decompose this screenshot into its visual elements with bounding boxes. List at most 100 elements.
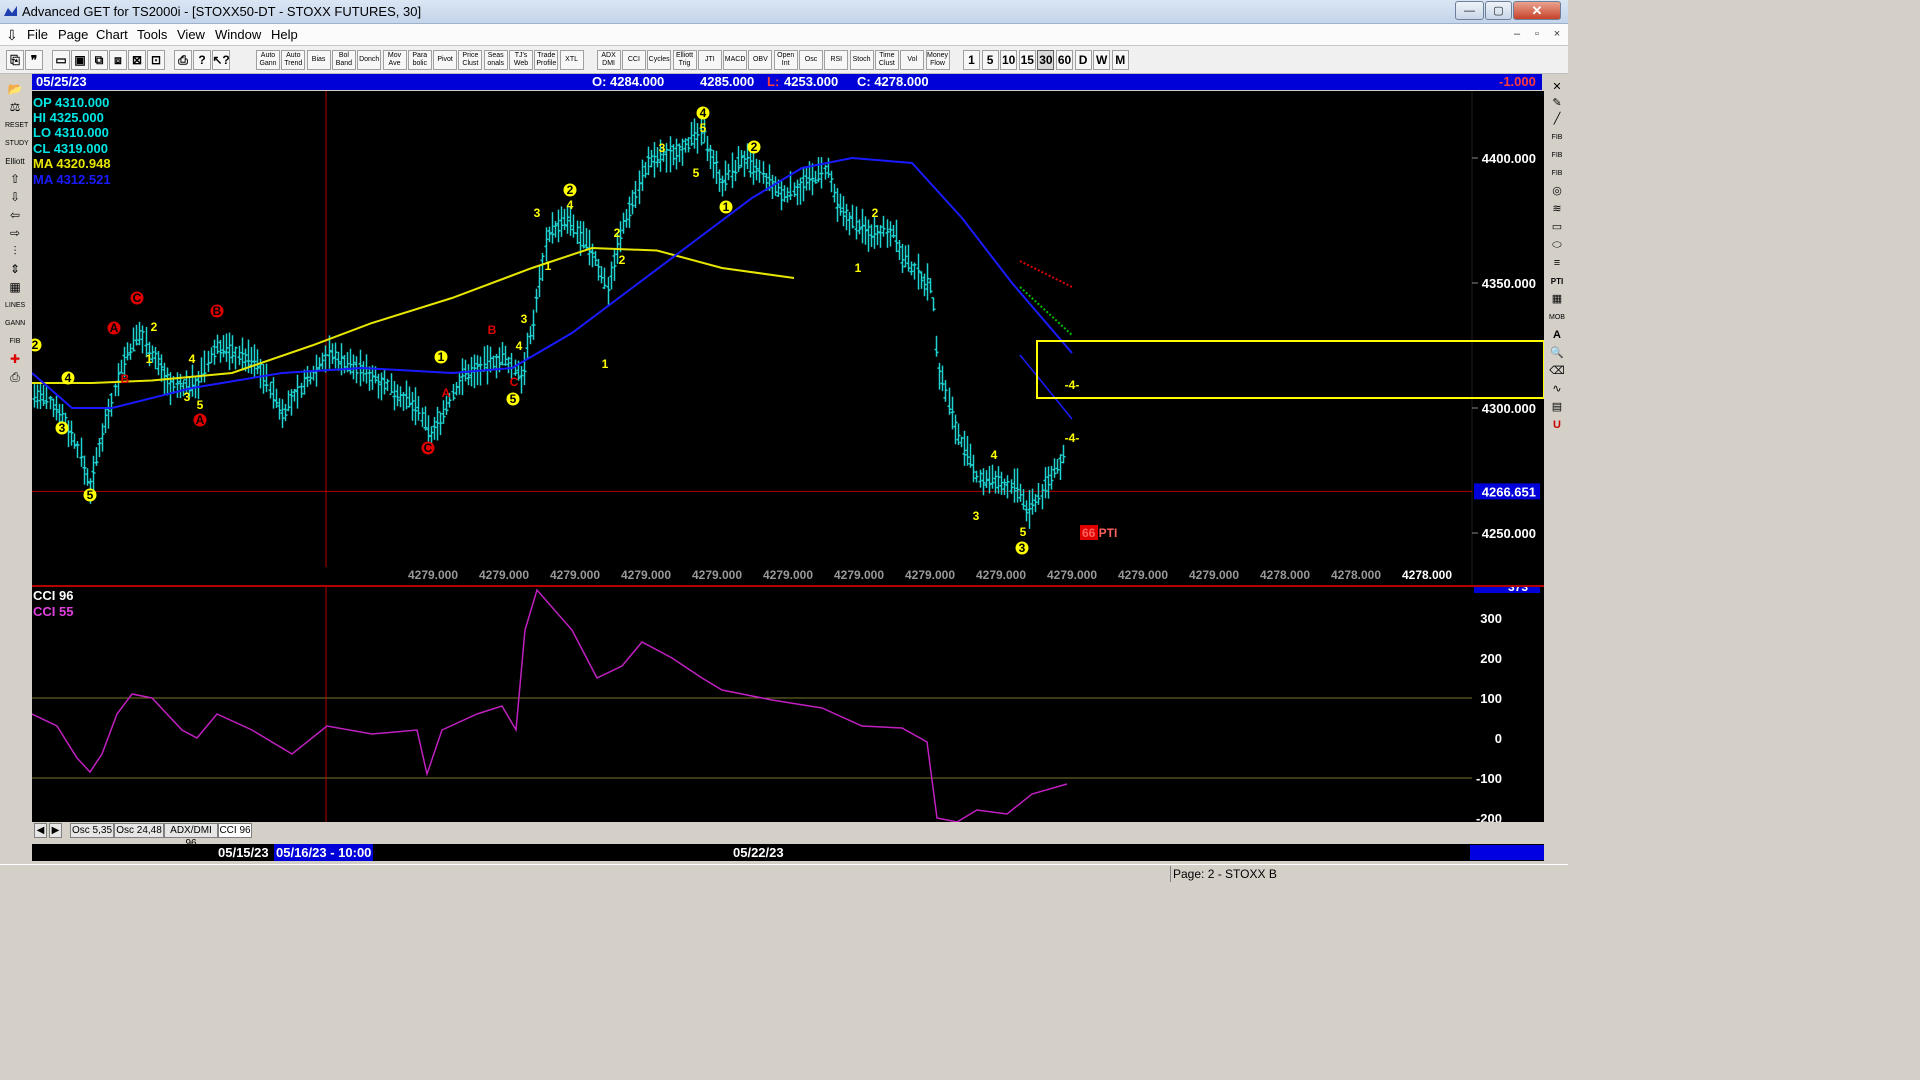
zoom-bars-icon[interactable]: ⇕ bbox=[5, 262, 25, 277]
study-button-bol-band[interactable]: Bol Band bbox=[331, 50, 356, 70]
study-button-cycles[interactable]: Cycles bbox=[647, 50, 672, 70]
toolbar-icon-button-4[interactable]: ⧉ bbox=[90, 50, 108, 70]
study-button-trade-profile[interactable]: Trade Profile bbox=[534, 50, 559, 70]
fib-ext-icon[interactable]: FIB bbox=[1548, 148, 1566, 163]
toolbar-icon-button-0[interactable]: ⎘ bbox=[6, 50, 24, 70]
toolbar-icon-button-8[interactable]: ⎙ bbox=[174, 50, 192, 70]
menu-help[interactable]: Help bbox=[271, 27, 298, 42]
cci-chart-canvas[interactable]: 3733002001000-100-200 bbox=[31, 579, 1544, 826]
fan-icon[interactable]: ≋ bbox=[1548, 202, 1566, 217]
menu-chart[interactable]: Chart bbox=[96, 27, 128, 42]
close-cross-icon[interactable]: ✕ bbox=[1548, 80, 1566, 95]
menu-file[interactable]: File bbox=[27, 27, 48, 42]
toolbar-icon-button-3[interactable]: ▣ bbox=[71, 50, 89, 70]
arrow-left-icon[interactable]: ⇦ bbox=[5, 208, 25, 223]
timeframe-button-30[interactable]: 30 bbox=[1037, 50, 1055, 70]
pencil-icon[interactable]: ✎ bbox=[1548, 96, 1566, 111]
study-button-pivot[interactable]: Pivot bbox=[433, 50, 458, 70]
study-button-para-bolic[interactable]: Para bolic bbox=[407, 50, 432, 70]
toolbar-icon-button-7[interactable]: ⊡ bbox=[147, 50, 165, 70]
study-button-open-int[interactable]: Open Int bbox=[773, 50, 798, 70]
tab-adx-dmi-96[interactable]: ADX/DMI 96 bbox=[164, 823, 218, 849]
toolbar-icon-button-10[interactable]: ↖? bbox=[212, 50, 230, 70]
reset-icon[interactable]: RESET bbox=[5, 118, 28, 133]
channel-icon[interactable]: ≡ bbox=[1548, 256, 1566, 271]
menu-page[interactable]: Page bbox=[58, 27, 88, 42]
crosshair-icon[interactable]: ✚ bbox=[5, 352, 25, 367]
toolbar-icon-button-1[interactable]: ❞ bbox=[25, 50, 43, 70]
mdi-restore-button[interactable]: ▫ bbox=[1528, 26, 1546, 43]
toolbar-icon-button-5[interactable]: ⧈ bbox=[109, 50, 127, 70]
toolbar-icon-button-2[interactable]: ▭ bbox=[52, 50, 70, 70]
circle-icon[interactable]: ◎ bbox=[1548, 184, 1566, 199]
study-button-donch[interactable]: Donch bbox=[357, 50, 382, 70]
tab-osc-5-35[interactable]: Osc 5,35 bbox=[70, 823, 114, 838]
study-button-mov-ave[interactable]: Mov Ave bbox=[382, 50, 407, 70]
tab-scroll-right[interactable]: ▶ bbox=[49, 823, 62, 838]
arrow-up-icon[interactable]: ⇧ bbox=[5, 172, 25, 187]
text-tool-icon[interactable]: A bbox=[1548, 328, 1566, 343]
template-icon[interactable]: ▤ bbox=[1548, 400, 1566, 415]
folder-icon[interactable]: 📂 bbox=[5, 82, 25, 97]
arrow-right-icon[interactable]: ⇨ bbox=[5, 226, 25, 241]
tab-scroll-left[interactable]: ◀ bbox=[34, 823, 47, 838]
timeframe-button-w[interactable]: W bbox=[1093, 50, 1111, 70]
fib-ret-icon[interactable]: FIB bbox=[1548, 130, 1566, 145]
timeframe-button-15[interactable]: 15 bbox=[1018, 50, 1036, 70]
arrow-down-icon[interactable]: ⇩ bbox=[5, 190, 25, 205]
study-button-seas-onals[interactable]: Seas onals bbox=[483, 50, 508, 70]
toolbar-icon-button-9[interactable]: ? bbox=[193, 50, 211, 70]
undo-icon[interactable]: U bbox=[1548, 418, 1566, 433]
study-icon[interactable]: STUDY bbox=[5, 136, 29, 151]
timeframe-button-5[interactable]: 5 bbox=[981, 50, 999, 70]
timeframe-button-60[interactable]: 60 bbox=[1056, 50, 1073, 70]
grid-icon[interactable]: ▦ bbox=[5, 280, 25, 295]
chart-grid-icon[interactable]: ▦ bbox=[1548, 292, 1566, 307]
date-scroll-thumb[interactable] bbox=[1470, 845, 1544, 860]
fib-time-icon[interactable]: FIB bbox=[1548, 166, 1566, 181]
study-button-time-clust[interactable]: Time Clust bbox=[874, 50, 899, 70]
lines-icon[interactable]: LINES bbox=[5, 298, 25, 313]
mob-icon[interactable]: MOB bbox=[1548, 310, 1566, 325]
print-icon[interactable]: ⎙ bbox=[5, 370, 25, 385]
study-button-xtl[interactable]: XTL bbox=[559, 50, 584, 70]
menu-view[interactable]: View bbox=[177, 27, 205, 42]
scale-icon[interactable]: ⚖ bbox=[5, 100, 25, 115]
trendline-icon[interactable]: ╱ bbox=[1548, 112, 1566, 127]
cycles-icon[interactable]: ∿ bbox=[1548, 382, 1566, 397]
fib-icon[interactable]: FIB bbox=[5, 334, 25, 349]
menu-window[interactable]: Window bbox=[215, 27, 261, 42]
elliott-icon[interactable]: Elliott bbox=[5, 154, 25, 169]
toolbar-icon-button-6[interactable]: ⊠ bbox=[128, 50, 146, 70]
cci-indicator-panel[interactable]: 373 300 200 100 0 -100 -200 CCI 96 CCI 55 bbox=[31, 579, 1544, 826]
menu-tools[interactable]: Tools bbox=[137, 27, 167, 42]
timeframe-button-1[interactable]: 1 bbox=[963, 50, 980, 70]
study-button-elliott-trig[interactable]: Elliott Trig bbox=[672, 50, 697, 70]
study-button-stoch[interactable]: Stoch bbox=[849, 50, 874, 70]
pti-icon[interactable]: PTI bbox=[1548, 274, 1566, 289]
study-button-price-clust[interactable]: Price Clust bbox=[458, 50, 483, 70]
study-button-obv[interactable]: OBV bbox=[748, 50, 773, 70]
date-axis-bar[interactable]: 05/15/23 05/16/23 - 10:00 05/22/23 bbox=[32, 844, 1544, 861]
close-button[interactable]: ✕ bbox=[1513, 1, 1561, 20]
study-button-jti[interactable]: JTI bbox=[697, 50, 722, 70]
bars-icon[interactable]: ⫶ bbox=[5, 244, 25, 259]
study-button-cci[interactable]: CCI bbox=[621, 50, 646, 70]
study-button-money-flow[interactable]: Money Flow bbox=[925, 50, 950, 70]
mdi-close-button[interactable]: × bbox=[1548, 26, 1566, 43]
document-icon[interactable]: ⇩ bbox=[6, 27, 20, 43]
study-button-auto-gann[interactable]: Auto Gann bbox=[256, 50, 280, 70]
timeframe-button-d[interactable]: D bbox=[1074, 50, 1092, 70]
study-button-macd[interactable]: MACD bbox=[723, 50, 748, 70]
study-button-bias[interactable]: Bias bbox=[306, 50, 331, 70]
study-button-adx-dmi[interactable]: ADX DMI bbox=[596, 50, 621, 70]
tab-osc-24-48[interactable]: Osc 24,48 bbox=[114, 823, 164, 838]
study-button-tj-s-web[interactable]: TJ's Web bbox=[509, 50, 533, 70]
minimize-button[interactable]: — bbox=[1455, 1, 1484, 20]
study-button-rsi[interactable]: RSI bbox=[824, 50, 849, 70]
timeframe-button-m[interactable]: M bbox=[1111, 50, 1129, 70]
timeframe-button-10[interactable]: 10 bbox=[1000, 50, 1018, 70]
ellipse-icon[interactable]: ⬭ bbox=[1548, 238, 1566, 253]
price-chart-panel[interactable]: 4400.000 4350.000 4300.000 4250.000 4266.651… bbox=[28, 91, 1545, 585]
tab-cci-96[interactable]: CCI 96 bbox=[218, 823, 252, 838]
